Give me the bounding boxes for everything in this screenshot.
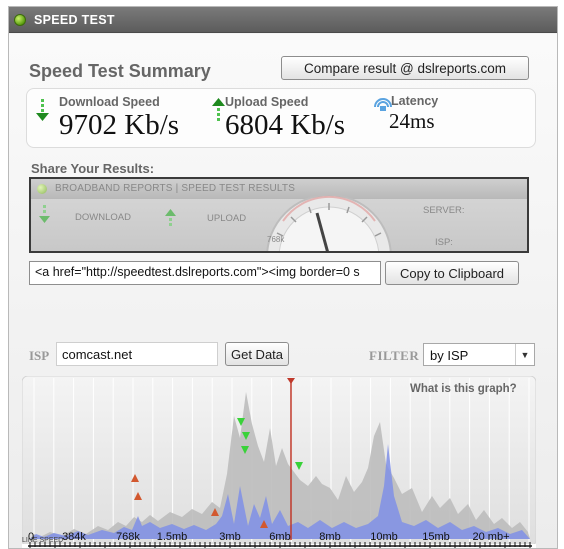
stats-panel: Download Speed 9702 Kb/s Upload Speed 68… — [26, 88, 536, 148]
download-value: 9702 Kb/s — [59, 109, 180, 141]
banner-gauge-tick: 768k — [267, 235, 285, 244]
gauge-icon — [266, 194, 392, 251]
banner-upload-icon — [165, 209, 176, 226]
latency-label: Latency — [391, 94, 439, 108]
title-bar: SPEED TEST — [9, 7, 557, 33]
filter-select[interactable]: by ISP ▼ — [423, 343, 535, 366]
summary-title: Speed Test Summary — [29, 61, 211, 81]
copy-to-clipboard-button[interactable]: Copy to Clipboard — [385, 261, 519, 285]
window-title: SPEED TEST — [34, 13, 115, 27]
content-area: Speed Test Summary Compare result @ dslr… — [9, 34, 557, 548]
filter-selected-value: by ISP — [430, 348, 469, 363]
what-is-this-graph-link[interactable]: What is this graph? — [410, 383, 517, 395]
banner-upload-label: UPLOAD — [207, 213, 247, 224]
speed-distribution-graph: What is this graph? — [22, 376, 536, 548]
isp-label: ISP — [29, 348, 50, 363]
upload-value: 6804 Kb/s — [225, 109, 346, 141]
upload-label: Upload Speed — [225, 95, 309, 109]
isp-input[interactable]: comcast.net — [56, 342, 218, 366]
dropdown-arrow-icon[interactable]: ▼ — [515, 344, 534, 365]
banner-dot-icon — [37, 184, 47, 194]
share-banner-image: BROADBAND REPORTS | SPEED TEST RESULTS D… — [29, 177, 529, 253]
filter-label: FILTER — [369, 348, 420, 363]
banner-download-label: DOWNLOAD — [75, 212, 131, 223]
compare-result-button[interactable]: Compare result @ dslreports.com — [281, 56, 529, 80]
graph-canvas — [22, 376, 536, 548]
speed-test-window: SPEED TEST Speed Test Summary Compare re… — [8, 6, 558, 549]
line-speed-label: LINE SPEED — [22, 537, 64, 544]
download-arrow-icon — [36, 99, 49, 121]
get-data-button[interactable]: Get Data — [225, 342, 289, 366]
status-dot-icon — [14, 14, 26, 26]
embed-code-field[interactable]: <a href="http://speedtest.dslreports.com… — [29, 261, 381, 285]
banner-isp-label: ISP: — [435, 237, 453, 248]
banner-download-icon — [39, 205, 50, 223]
share-results-label: Share Your Results: — [31, 161, 155, 176]
latency-value: 24ms — [389, 109, 435, 133]
download-label: Download Speed — [59, 95, 160, 109]
banner-server-label: SERVER: — [423, 205, 465, 216]
